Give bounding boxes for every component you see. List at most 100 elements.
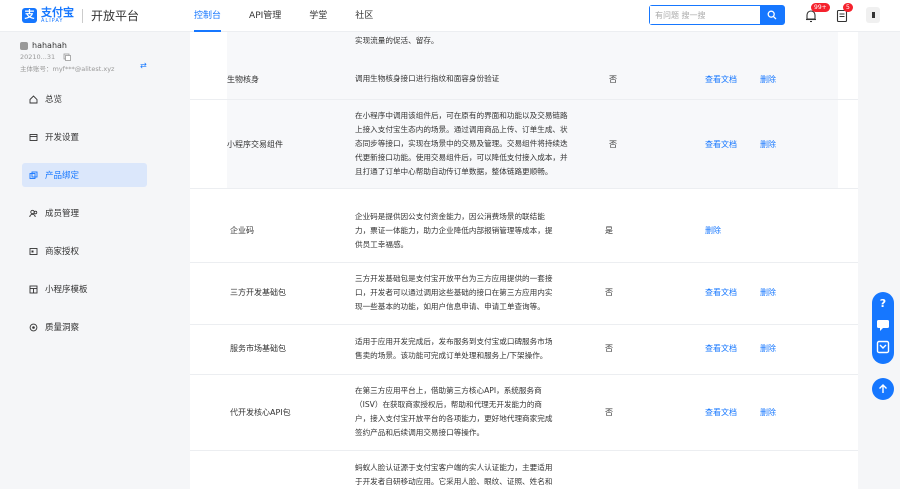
row-flag: 否 (605, 344, 613, 353)
view-docs-link[interactable]: 查看文档 (705, 407, 737, 418)
feedback-icon[interactable] (872, 336, 894, 358)
sidebar-item-label: 开发设置 (45, 133, 80, 143)
search-icon (767, 10, 777, 20)
table-row: 小程序交易组件 在小程序中调用该组件后，可在原有的界面和功能以及交易链路 上接入支… (190, 100, 858, 189)
platform-title: 开放平台 (91, 9, 140, 23)
sidebar-item-quality[interactable]: 质量洞察 (22, 315, 147, 339)
arrow-up-icon (879, 384, 887, 393)
row-description: 企业码是提供因公支付资金能力，因公消费场景的联结能 力，票证一体能力，助力企业降低… (355, 212, 553, 249)
switch-account-icon[interactable]: ⇄ (140, 61, 147, 70)
account-row: 主体账号：myf***@alitest.xyz (20, 63, 160, 73)
tab-community[interactable]: 社区 (355, 0, 373, 32)
table-row: 代开发核心API包 在第三方应用平台上，借助第三方核心API，系统服务商 （ISV… (190, 375, 858, 451)
alipay-logo-icon: 支 (22, 8, 37, 23)
tab-api-management[interactable]: API管理 (249, 0, 281, 32)
sidebar-item-label: 总览 (45, 95, 63, 105)
question-icon[interactable]: ? (872, 292, 894, 314)
sidebar: hahahah 20210...31 主体账号：myf***@alitest.x… (0, 32, 160, 489)
sidebar-item-members[interactable]: 成员管理 (22, 201, 147, 225)
tab-academy[interactable]: 学堂 (309, 0, 327, 32)
logo-divider (82, 8, 83, 23)
message-button[interactable]: 5 (835, 3, 853, 23)
sidebar-item-label: 商家授权 (45, 247, 80, 257)
logo-cn-text: 支付宝 (41, 6, 74, 19)
avatar[interactable] (866, 7, 880, 23)
sidebar-item-label: 小程序模板 (45, 285, 88, 295)
merchant-auth-icon (29, 247, 38, 255)
search-input[interactable] (650, 6, 761, 24)
row-name: 三方开发基础包 (230, 288, 286, 297)
delete-link[interactable]: 删除 (760, 287, 776, 298)
sidebar-item-label: 质量洞察 (45, 323, 80, 333)
row-name: 服务市场基础包 (230, 344, 286, 353)
row-description: 实现流量的促活、留存。 (355, 36, 439, 45)
user-name: hahahah (32, 41, 67, 50)
row-name: 企业码 (230, 226, 254, 235)
row-flag: 否 (605, 408, 613, 417)
home-icon (29, 94, 38, 103)
table-row: 实现流量的促活、留存。 (190, 32, 858, 58)
logo-en-text: ALIPAY (41, 18, 64, 24)
members-icon (29, 209, 38, 217)
notification-button[interactable]: 99+ (804, 3, 830, 23)
row-description: 在小程序中调用该组件后，可在原有的界面和功能以及交易链路 上接入支付宝生态内的场景… (355, 111, 568, 176)
delete-link[interactable]: 删除 (705, 225, 721, 236)
row-description: 三方开发基础包是支付宝开放平台为三方应用提供的一套接 口，开发者可以通过调用这些基… (355, 274, 553, 311)
user-id: 20210...31 (20, 53, 56, 61)
chat-icon[interactable] (872, 314, 894, 336)
delete-link[interactable]: 删除 (760, 407, 776, 418)
user-id-row: 20210...31 (20, 53, 160, 61)
delete-link[interactable]: 删除 (760, 343, 776, 354)
search-button[interactable] (760, 6, 784, 24)
back-to-top-button[interactable] (872, 378, 894, 400)
sidebar-item-label: 产品绑定 (45, 171, 80, 181)
delete-link[interactable]: 删除 (760, 74, 776, 85)
user-info: hahahah 20210...31 主体账号：myf***@alitest.x… (0, 32, 160, 73)
quality-icon (29, 323, 38, 331)
row-name: 小程序交易组件 (227, 140, 283, 149)
row-description: 调用生物核身接口进行指纹和面容身份验证 (355, 74, 500, 83)
account-label: 主体账号： (20, 65, 53, 73)
sidebar-item-merchant-auth[interactable]: 商家授权 (22, 239, 147, 263)
row-name: 生物核身 (227, 75, 259, 84)
dev-settings-icon (29, 133, 38, 141)
template-icon (29, 285, 38, 293)
view-docs-link[interactable]: 查看文档 (705, 287, 737, 298)
sidebar-item-dev-settings[interactable]: 开发设置 (22, 125, 147, 149)
alipay-logo[interactable]: 支 支付宝 ALIPAY (22, 7, 74, 24)
sidebar-item-template[interactable]: 小程序模板 (22, 277, 147, 301)
copy-icon[interactable] (63, 53, 72, 61)
sidebar-item-product-bind[interactable]: 产品绑定 (22, 163, 147, 187)
help-widget-panel: ? (872, 292, 894, 364)
row-flag: 否 (609, 75, 617, 84)
delete-link[interactable]: 删除 (760, 139, 776, 150)
row-description: 适用于应用开发完成后，发布服务到支付宝或口碑服务市场 售卖的场景。该功能可完成订单… (355, 337, 553, 360)
sidebar-menu: 总览 开发设置 产品绑定 成员管理 商家授权 小程序模板 质量洞察 (0, 87, 160, 339)
account-value: myf***@alitest.xyz (52, 65, 115, 73)
notification-badge: 99+ (811, 3, 830, 12)
row-flag: 否 (605, 288, 613, 297)
user-avatar (20, 41, 28, 50)
row-name: 代开发核心API包 (230, 408, 291, 417)
row-description: 蚂蚁人脸认证源于支付宝客户端的实人认证能力，主要适用 于开发者自研移动应用。它采用… (355, 463, 553, 486)
avatar-icon (871, 12, 875, 18)
table-row: 三方开发基础包 三方开发基础包是支付宝开放平台为三方应用提供的一套接 口，开发者可… (190, 263, 858, 325)
message-badge: 5 (843, 3, 853, 12)
search-box (649, 5, 785, 25)
product-bind-icon (29, 171, 38, 179)
tab-console[interactable]: 控制台 (194, 0, 222, 32)
row-flag: 否 (609, 140, 617, 149)
sidebar-item-label: 成员管理 (45, 209, 80, 219)
table-row: 蚂蚁人脸认证源于支付宝客户端的实人认证能力，主要适用 于开发者自研移动应用。它采用… (190, 451, 858, 489)
view-docs-link[interactable]: 查看文档 (705, 74, 737, 85)
svg-text:?: ? (880, 297, 886, 310)
table-row: 生物核身 调用生物核身接口进行指纹和面容身份验证 否 查看文档 删除 (190, 58, 858, 100)
top-nav: 控制台 API管理 学堂 社区 (194, 0, 401, 32)
view-docs-link[interactable]: 查看文档 (705, 343, 737, 354)
product-table: 实现流量的促活、留存。 生物核身 调用生物核身接口进行指纹和面容身份验证 否 查… (190, 32, 858, 489)
sidebar-item-overview[interactable]: 总览 (22, 87, 147, 111)
view-docs-link[interactable]: 查看文档 (705, 139, 737, 150)
table-row: 企业码 企业码是提供因公支付资金能力，因公消费场景的联结能 力，票证一体能力，助力… (190, 201, 858, 263)
table-row: 服务市场基础包 适用于应用开发完成后，发布服务到支付宝或口碑服务市场 售卖的场景。… (190, 325, 858, 375)
row-flag: 是 (605, 226, 613, 235)
